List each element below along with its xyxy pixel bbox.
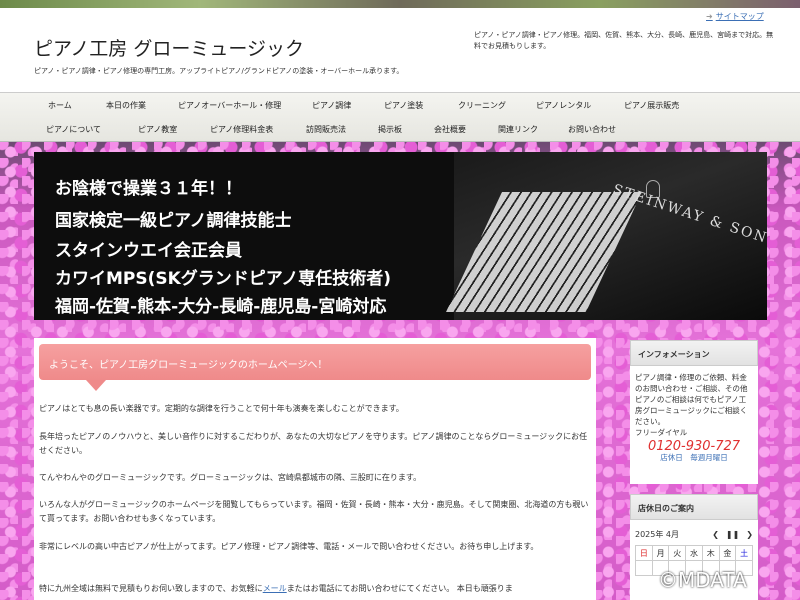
hero-line-2: 国家検定一級ピアノ調律技能士 — [55, 211, 292, 231]
next-month-icon[interactable]: ❯ — [746, 530, 753, 539]
welcome-heading: ようこそ、ピアノ工房グローミュージックのホームページへ！ — [49, 360, 328, 371]
calendar-header: 2025年 4月 ❮ ❚❚ ❯ — [635, 529, 753, 540]
paragraph-6: 特に九州全域は無料で見積もりお伺い致しますので、お気軽にメールまたはお電話にてお… — [39, 582, 591, 596]
site-header: ピアノ工房 グローミュージック ピアノ・ピアノ調律・ピアノ修理の専門工房。アップ… — [0, 8, 800, 92]
prev-month-icon[interactable]: ❮ — [712, 530, 719, 539]
nav-about-piano[interactable]: ピアノについて — [46, 124, 101, 135]
paragraph-5: 非常にレベルの高い中古ピアノが仕上がってます。ピアノ修理・ピアノ調律等、電話・メ… — [39, 542, 539, 551]
header-service-area: ピアノ・ピアノ調律・ピアノ修理。福岡、佐賀、熊本、大分、長崎、鹿児島、宮崎まで対… — [474, 31, 774, 50]
hero-banner: STEINWAY & SONS お陰様で操業３１年！！ 国家検定一級ピアノ調律技… — [34, 152, 767, 320]
paragraph-6-pre: 特に九州全域は無料で見積もりお伺い致しますので、お気軽に — [39, 584, 263, 593]
nav-painting[interactable]: ピアノ塗装 — [384, 100, 423, 111]
weekday-sat: 土 — [736, 546, 753, 561]
site-title[interactable]: ピアノ工房 グローミュージック — [34, 34, 304, 61]
hero-line-5: 福岡-佐賀-熊本-大分-長崎-鹿児島-宮崎対応 — [55, 297, 387, 317]
nav-tuning[interactable]: ピアノ調律 — [312, 100, 351, 111]
site-description: ピアノ・ピアノ調律・ピアノ修理の専門工房。アップライトピアノ/グランドピアノの塗… — [34, 67, 404, 75]
nav-showroom[interactable]: ピアノ展示販売 — [624, 100, 679, 111]
free-dial-label: フリーダイヤル — [635, 428, 688, 437]
calendar-day — [636, 561, 653, 576]
pause-icon[interactable]: ❚❚ — [726, 530, 739, 539]
nav-company[interactable]: 会社概要 — [434, 124, 466, 135]
welcome-tail — [86, 380, 106, 391]
watermark: ©MDATA — [658, 568, 747, 592]
nav-door-sales-law[interactable]: 訪問販売法 — [306, 124, 346, 135]
calendar-month: 2025年 4月 — [635, 530, 679, 539]
hero-line-1: お陰様で操業３１年！！ — [55, 179, 242, 199]
nav-contact[interactable]: お問い合わせ — [568, 124, 616, 135]
weekday-mon: 月 — [652, 546, 670, 561]
arrow-right-icon: ➜ — [706, 12, 713, 21]
nav-overhaul[interactable]: ピアノオーバーホール・修理 — [178, 100, 281, 111]
nav-row-2: ピアノについて ピアノ教室 ピアノ修理料金表 訪問販売法 掲示板 会社概要 関連… — [0, 118, 800, 142]
header-banner-strip — [0, 0, 800, 8]
info-widget: インフォメーション ピアノ調律・修理のご依頼、料金のお問い合わせ・ご相談、その他… — [630, 340, 758, 484]
phone-number[interactable]: 0120-930-727 — [635, 440, 753, 453]
paragraph-4: いろんな人がグローミュージックのホームページを閲覧してもらっています。福岡・佐賀… — [39, 500, 589, 523]
nav-today-work[interactable]: 本日の作業 — [106, 100, 146, 111]
hero-line-3: スタインウエイ会正会員 — [55, 241, 242, 261]
paragraph-2: 長年培ったピアノのノウハウと、美しい音作りに対するこだわりが、あなたの大切なピア… — [39, 432, 588, 455]
mail-link[interactable]: メール — [263, 584, 287, 593]
weekday-wed: 水 — [686, 546, 703, 561]
sidebar: インフォメーション ピアノ調律・修理のご依頼、料金のお問い合わせ・ご相談、その他… — [630, 340, 758, 600]
weekday-thu: 木 — [702, 546, 720, 561]
nav-piano-class[interactable]: ピアノ教室 — [138, 124, 177, 135]
nav-links[interactable]: 関連リンク — [498, 124, 538, 135]
info-text: ピアノ調律・修理のご依頼、料金のお問い合わせ・ご相談、その他ピアノのご相談は何で… — [635, 373, 748, 426]
weekday-tue: 火 — [669, 546, 687, 561]
calendar-widget-title: 店休日のご案内 — [630, 494, 758, 520]
weekday-fri: 金 — [719, 546, 737, 561]
nav-price-list[interactable]: ピアノ修理料金表 — [210, 124, 273, 135]
nav-home[interactable]: ホーム — [48, 100, 72, 111]
weekday-sun: 日 — [636, 546, 653, 561]
welcome-box: ようこそ、ピアノ工房グローミュージックのホームページへ！ — [39, 344, 591, 380]
paragraph-6-post: またはお電話にてお問い合わせにてください。 本日も頑張りま — [286, 584, 513, 593]
info-widget-title: インフォメーション — [630, 340, 758, 366]
paragraph-1: ピアノはとても息の長い楽器です。定期的な調律を行うことで何十年も演奏を楽しむこと… — [39, 404, 404, 413]
nav-rental[interactable]: ピアノレンタル — [536, 100, 591, 111]
hero-line-4: カワイMPS(SKグランドピアノ専任技術者) — [55, 269, 392, 289]
nav-cleaning[interactable]: クリーニング — [458, 100, 506, 111]
info-widget-body: ピアノ調律・修理のご依頼、料金のお問い合わせ・ご相談、その他ピアノのご相談は何で… — [630, 366, 758, 469]
nav-row-1: ホーム 本日の作業 ピアノオーバーホール・修理 ピアノ調律 ピアノ塗装 クリーニ… — [0, 94, 800, 118]
sitemap-link[interactable]: ➜ サイトマップ — [706, 11, 764, 22]
global-nav: ホーム 本日の作業 ピアノオーバーホール・修理 ピアノ調律 ピアノ塗装 クリーニ… — [0, 92, 800, 142]
main-content: ようこそ、ピアノ工房グローミュージックのホームページへ！ ピアノはとても息の長い… — [34, 338, 596, 600]
calendar-nav: ❮ ❚❚ ❯ — [705, 529, 753, 540]
sitemap-label[interactable]: サイトマップ — [716, 12, 764, 21]
nav-bbs[interactable]: 掲示板 — [378, 124, 402, 135]
paragraph-3: てんやわんやのグローミュージックです。グローミュージックは、宮崎県都城市の隣、三… — [39, 473, 422, 482]
